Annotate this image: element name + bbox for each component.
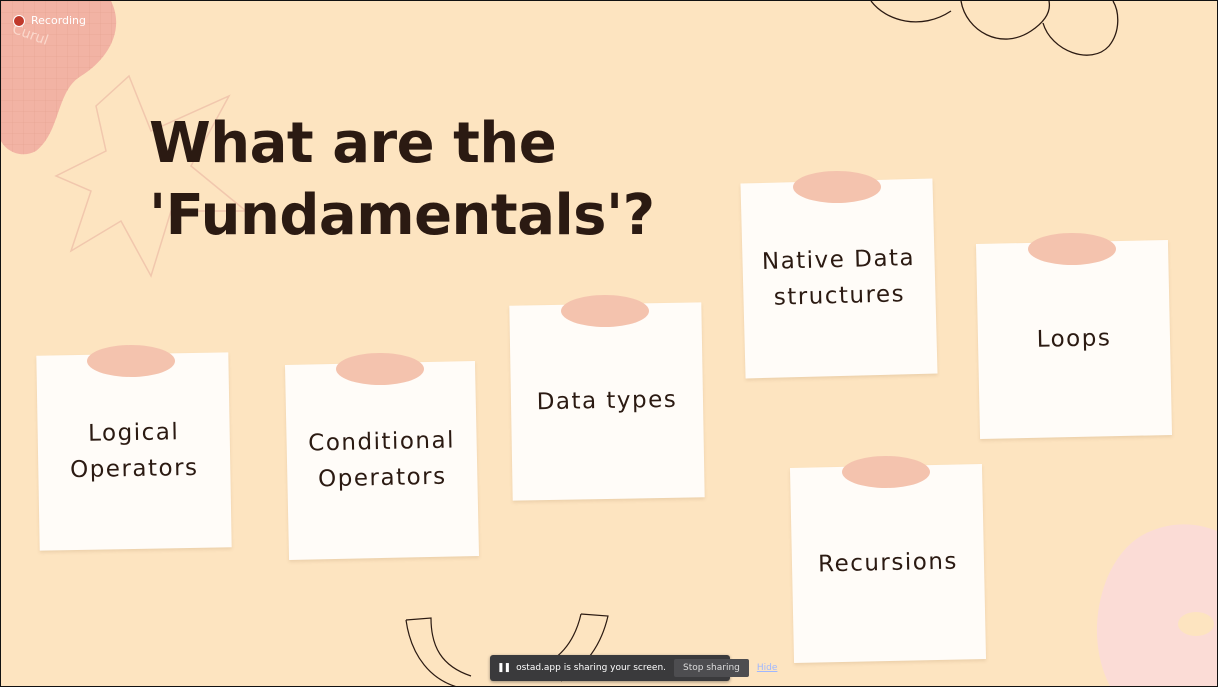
star-outline-decoration bbox=[54, 74, 249, 278]
tape-decoration bbox=[561, 295, 649, 327]
note-label: Native Data structures bbox=[761, 244, 916, 311]
screen-share-bar: ❚❚ ostad.app is sharing your screen. Sto… bbox=[490, 655, 777, 681]
slide-title-line-1: What are the bbox=[149, 111, 557, 176]
tape-decoration bbox=[87, 345, 175, 377]
sticky-note-conditional-operators: Conditional Operators bbox=[284, 361, 480, 560]
sticky-note-recursions: Recursions bbox=[789, 464, 987, 663]
recording-label: Recording bbox=[31, 14, 87, 27]
note-label: Conditional Operators bbox=[307, 427, 456, 492]
pink-blob-decoration bbox=[1097, 524, 1217, 686]
tape-decoration bbox=[336, 353, 424, 385]
note-label: Data types bbox=[536, 386, 678, 415]
record-icon bbox=[13, 14, 25, 27]
tape-decoration bbox=[842, 456, 930, 488]
sticky-note-native-data-structures: Native Data structures bbox=[740, 178, 938, 379]
share-message: ostad.app is sharing your screen. bbox=[516, 663, 667, 673]
sticky-note-logical-operators: Logical Operators bbox=[36, 352, 232, 551]
note-label: Logical Operators bbox=[69, 419, 199, 483]
hide-link[interactable]: Hide bbox=[757, 663, 778, 673]
tape-decoration bbox=[1028, 233, 1116, 265]
recording-indicator: Recording bbox=[13, 14, 86, 27]
line-art-top-decoration bbox=[870, 1, 1119, 56]
sticky-note-loops: Loops bbox=[975, 240, 1173, 439]
sticky-note-data-types: Data types bbox=[509, 302, 705, 501]
note-label: Loops bbox=[1036, 324, 1112, 353]
slide-canvas: Curul What are the 'Fundamentals'? Logic… bbox=[1, 1, 1217, 686]
stop-sharing-button[interactable]: Stop sharing bbox=[674, 659, 749, 677]
tape-decoration bbox=[793, 171, 881, 203]
slide-title-line-2: 'Fundamentals'? bbox=[149, 183, 655, 248]
pause-icon[interactable]: ❚❚ bbox=[497, 663, 511, 673]
note-label: Recursions bbox=[817, 548, 959, 578]
